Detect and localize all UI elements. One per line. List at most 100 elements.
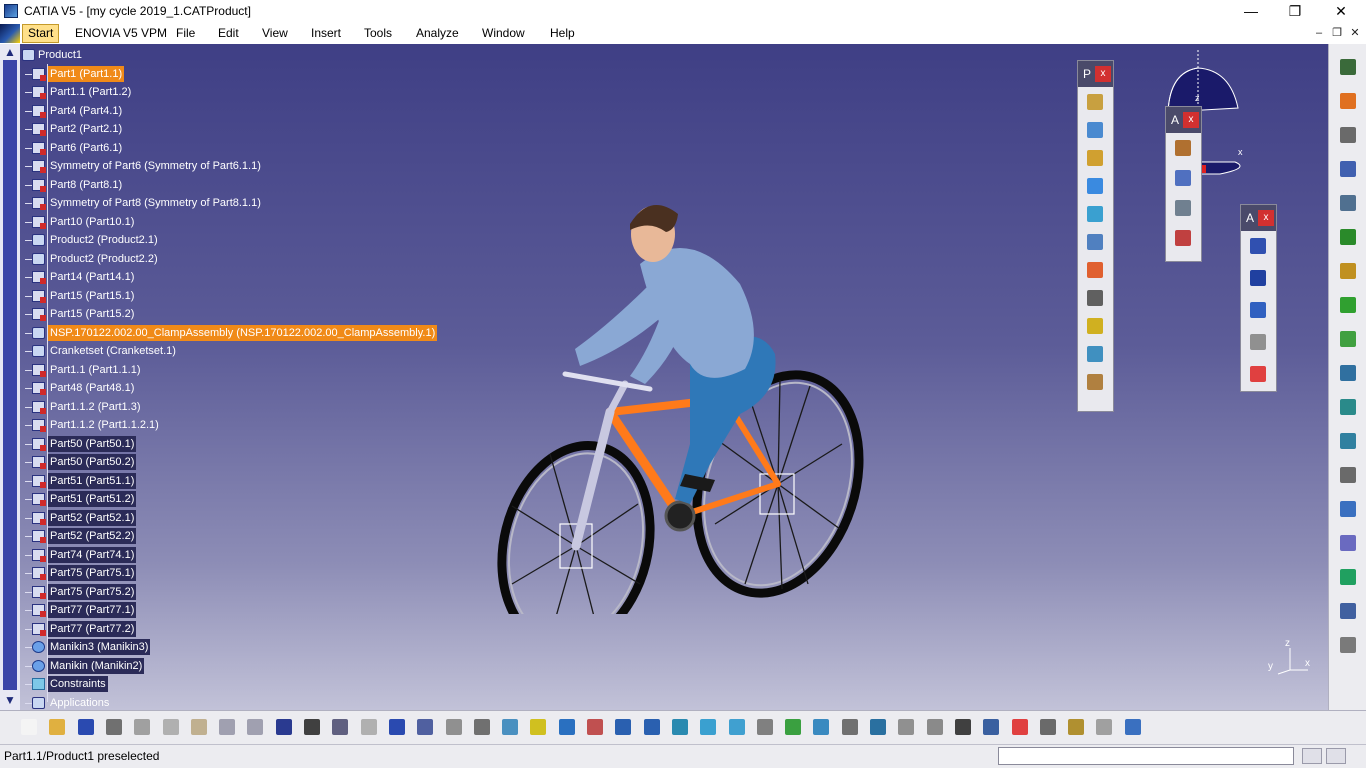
save-button[interactable]: [75, 716, 97, 738]
catia-logo-icon[interactable]: [0, 24, 20, 43]
container-button[interactable]: [1065, 716, 1087, 738]
exploded-button[interactable]: [1009, 716, 1031, 738]
minimize-button[interactable]: —: [1228, 0, 1274, 23]
clash-button[interactable]: [1337, 158, 1359, 180]
zoom-out-button[interactable]: [641, 716, 663, 738]
whats-this-button[interactable]: [273, 716, 295, 738]
magnifier-button[interactable]: [867, 716, 889, 738]
status-button-b[interactable]: [1326, 748, 1346, 764]
bicycle-model[interactable]: [490, 144, 870, 614]
swap-visible-button[interactable]: [810, 716, 832, 738]
iso-view-button[interactable]: [726, 716, 748, 738]
shading-button[interactable]: [754, 716, 776, 738]
catalog-button[interactable]: [1337, 634, 1359, 656]
new-file-button[interactable]: [18, 716, 40, 738]
view-annotation-button[interactable]: [1247, 331, 1269, 353]
measure-between-button[interactable]: [1337, 396, 1359, 418]
menu-file[interactable]: File: [171, 25, 200, 42]
print-button[interactable]: [103, 716, 125, 738]
lock-button[interactable]: [443, 716, 465, 738]
snapshot-button[interactable]: [839, 716, 861, 738]
rotate-button[interactable]: [584, 716, 606, 738]
distance-button[interactable]: [1337, 226, 1359, 248]
catalog-browser-button[interactable]: [471, 716, 493, 738]
exploded-view-button[interactable]: [1172, 137, 1194, 159]
menu-start[interactable]: Start: [22, 24, 60, 43]
mdi-restore-button[interactable]: ❐: [1328, 25, 1346, 41]
status-button-a[interactable]: [1302, 748, 1322, 764]
sectioning-button[interactable]: [1337, 192, 1359, 214]
product-sync-button[interactable]: [1337, 532, 1359, 554]
tree-scrollbar[interactable]: ▲ ▼: [0, 44, 20, 710]
eraser-button[interactable]: [1122, 716, 1144, 738]
multi-view-button[interactable]: [697, 716, 719, 738]
open-file-button[interactable]: [46, 716, 68, 738]
camera-button[interactable]: [952, 716, 974, 738]
graph-tree-reordering-button[interactable]: [1084, 259, 1106, 281]
toolbar-close-icon[interactable]: x: [1258, 210, 1274, 226]
graph-button[interactable]: [414, 716, 436, 738]
paste-button[interactable]: [188, 716, 210, 738]
explode-button[interactable]: [1337, 328, 1359, 350]
toolbar-header[interactable]: P x: [1078, 61, 1113, 87]
menu-help[interactable]: Help: [545, 25, 580, 42]
compass-button[interactable]: [1337, 124, 1359, 146]
mdi-close-button[interactable]: ✕: [1346, 25, 1364, 41]
close-button[interactable]: ✕: [1318, 0, 1364, 23]
knowledge-button[interactable]: [329, 716, 351, 738]
toolbar-header[interactable]: A x: [1241, 205, 1276, 231]
menu-view[interactable]: View: [257, 25, 293, 42]
pan-button[interactable]: [556, 716, 578, 738]
scroll-thumb[interactable]: [3, 60, 17, 690]
mdi-minimize-button[interactable]: –: [1310, 25, 1328, 41]
annotation-plane-button[interactable]: [1247, 363, 1269, 385]
cut-button[interactable]: [131, 716, 153, 738]
selective-load-button[interactable]: [1084, 315, 1106, 337]
flexible-button[interactable]: [1037, 716, 1059, 738]
rotate-view-button[interactable]: [1337, 56, 1359, 78]
restore-button[interactable]: ❐: [1272, 0, 1318, 23]
scene-button[interactable]: [1172, 227, 1194, 249]
fly-mode-button[interactable]: [499, 716, 521, 738]
formula-button[interactable]: [301, 716, 323, 738]
fasten-button[interactable]: [1337, 566, 1359, 588]
stop-manipulate-button[interactable]: [1337, 362, 1359, 384]
toolbar-close-icon[interactable]: x: [1183, 112, 1199, 128]
replace-component-button[interactable]: [1084, 231, 1106, 253]
zoom-in-button[interactable]: [612, 716, 634, 738]
undo-button[interactable]: [216, 716, 238, 738]
text-annotation-button[interactable]: [1247, 267, 1269, 289]
manage-representations-button[interactable]: [1084, 343, 1106, 365]
scroll-down-icon[interactable]: ▼: [2, 692, 18, 708]
menu-window[interactable]: Window: [477, 25, 530, 42]
flag-note-button[interactable]: [1247, 299, 1269, 321]
new-component-button[interactable]: [1084, 91, 1106, 113]
new-part-button[interactable]: [1084, 147, 1106, 169]
existing-component-button[interactable]: [1084, 175, 1106, 197]
menu-tools[interactable]: Tools: [359, 25, 397, 42]
3d-viewport[interactable]: ▲ ▼ Product1 Part1 (Part1.1) Part1.1 (Par…: [0, 44, 1328, 710]
weld-feature-button[interactable]: [1247, 235, 1269, 257]
space-analysis-button[interactable]: [1337, 498, 1359, 520]
scroll-up-icon[interactable]: ▲: [2, 44, 18, 60]
generate-numbering-button[interactable]: [1084, 287, 1106, 309]
toolbar-header[interactable]: A x: [1166, 107, 1201, 133]
assembly-features-button[interactable]: [1172, 197, 1194, 219]
3d-compass-button[interactable]: [895, 716, 917, 738]
menu-edit[interactable]: Edit: [213, 25, 244, 42]
measure-inertia-button[interactable]: [1337, 464, 1359, 486]
parameter-button[interactable]: [924, 716, 946, 738]
publication-button[interactable]: [980, 716, 1002, 738]
menu-insert[interactable]: Insert: [306, 25, 346, 42]
table-button[interactable]: [386, 716, 408, 738]
redo-button[interactable]: [244, 716, 266, 738]
fix-together-button[interactable]: [1172, 167, 1194, 189]
sketch-button[interactable]: [1337, 600, 1359, 622]
hide-show-button[interactable]: [782, 716, 804, 738]
existing-positioning-button[interactable]: [1084, 203, 1106, 225]
manipulation-button[interactable]: [1337, 294, 1359, 316]
toolbar-close-icon[interactable]: x: [1095, 66, 1111, 82]
menu-enovia[interactable]: ENOVIA V5 VPM: [70, 25, 172, 42]
select-arrow-button[interactable]: [1337, 90, 1359, 112]
multi-instantiation-button[interactable]: [1084, 371, 1106, 393]
